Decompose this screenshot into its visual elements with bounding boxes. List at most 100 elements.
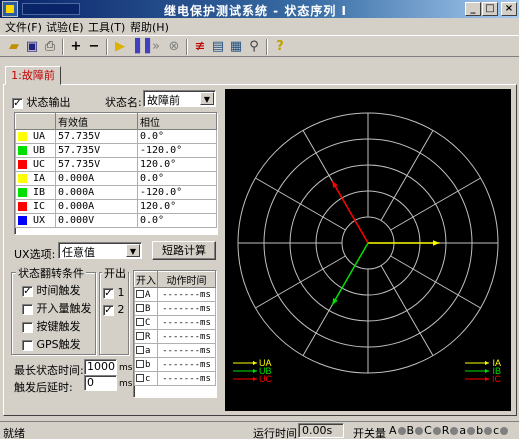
menu-help[interactable]: 帮助(H) [130, 19, 169, 35]
binary-out-2[interactable]: ✓ 2 [103, 303, 125, 316]
phase-cell[interactable]: 120.0° [137, 157, 217, 172]
switch-led-icon [415, 427, 424, 435]
toolbar: ▰ ▣ ⎙ + − ▶ ▐▐ » ⊗ ≢ ▤ ▦ ⚲ ? [0, 35, 519, 57]
switch-led-icon [450, 427, 459, 435]
rms-cell[interactable]: 57.735V [55, 129, 138, 144]
binary-in-indicator [136, 290, 144, 298]
phase-cell[interactable]: 120.0° [137, 199, 217, 214]
ux-option-value: 任意值 [62, 246, 95, 259]
channel-cell: UX [15, 213, 56, 228]
legend-label-uc: UC [259, 374, 272, 384]
phase-cell[interactable]: -120.0° [137, 143, 217, 158]
binary-in-time: -------ms [157, 329, 216, 344]
zoom-icon[interactable]: ⚲ [246, 39, 262, 55]
short-circuit-calc-button[interactable]: 短路计算 [152, 241, 216, 260]
state-output-checkbox[interactable]: ✓ 状态输出 [12, 94, 71, 110]
trigger-option-3[interactable]: GPS触发 [22, 336, 81, 352]
channel-name: IC [33, 201, 46, 212]
delay-input[interactable]: 0 [84, 375, 117, 391]
grid-row-ua[interactable]: UA 57.735V 0.0° [15, 129, 217, 144]
close-icon[interactable]: × [501, 2, 517, 16]
open-icon[interactable]: ▰ [6, 39, 22, 55]
maximize-icon[interactable]: □ [482, 2, 498, 16]
grid-row-uc[interactable]: UC 57.735V 120.0° [15, 157, 217, 172]
help-icon[interactable]: ? [272, 39, 288, 55]
trigger-option-check[interactable] [22, 321, 33, 333]
switch-label: 开关量 [353, 427, 386, 439]
trigger-option-check[interactable] [22, 339, 33, 351]
channel-color-swatch [18, 131, 27, 141]
binary-in-name: b [145, 359, 151, 370]
channel-cell: UA [15, 129, 56, 144]
phasor-arrowhead-ua [433, 240, 440, 246]
trigger-option-2[interactable]: 按键触发 [22, 318, 81, 334]
minimize-icon[interactable]: _ [465, 2, 481, 16]
phase-cell[interactable]: 0.0° [137, 129, 217, 144]
binary-in-indicator [136, 318, 144, 326]
legend-arrow-ib [485, 369, 489, 373]
channel-name: UB [33, 145, 46, 156]
grid-row-ib[interactable]: IB 0.000A -120.0° [15, 185, 217, 200]
measure-icon[interactable]: ≢ [192, 39, 208, 55]
menu-file[interactable]: 文件(F) [5, 19, 42, 35]
switch-led-icon [484, 427, 493, 435]
app-icon [2, 1, 18, 17]
trigger-option-check[interactable] [22, 303, 33, 315]
title-blank-field [22, 3, 80, 15]
rms-cell[interactable]: 0.000A [55, 185, 138, 200]
binary-in-name-cell: c [134, 371, 158, 386]
binary-in-name-cell: R [134, 329, 158, 344]
rms-cell[interactable]: 0.000V [55, 213, 138, 228]
ux-option-label: UX选项: [14, 248, 56, 261]
rms-cell[interactable]: 0.000A [55, 171, 138, 186]
trigger-option-check[interactable]: ✓ [22, 285, 33, 297]
add-icon[interactable]: + [68, 39, 84, 55]
chevron-down-icon[interactable]: ▼ [126, 244, 140, 257]
print-icon[interactable]: ⎙ [42, 39, 58, 55]
run-time-label: 运行时间 [253, 427, 297, 439]
grid-row-ic[interactable]: IC 0.000A 120.0° [15, 199, 217, 214]
binary-out-1-check[interactable]: ✓ [103, 287, 114, 299]
menu-tools[interactable]: 工具(T) [88, 19, 125, 35]
trigger-group-label: 状态翻转条件 [16, 265, 86, 281]
switch-label-C: C [424, 424, 432, 437]
save-icon[interactable]: ▣ [24, 39, 40, 55]
grid-row-ux[interactable]: UX 0.000V 0.0° [15, 213, 217, 228]
binary-out-2-check[interactable]: ✓ [103, 304, 114, 316]
tab-state-1[interactable]: 1:故障前 [5, 66, 61, 85]
report-icon[interactable]: ▤ [210, 39, 226, 55]
max-time-input[interactable]: 1000 [84, 359, 117, 375]
stop-icon[interactable]: ⊗ [166, 39, 182, 55]
ux-option-select[interactable]: 任意值 ▼ [58, 242, 142, 259]
grid-header-channel [15, 113, 56, 130]
state-output-check[interactable]: ✓ [12, 97, 23, 109]
binary-out-1[interactable]: ✓ 1 [103, 286, 125, 299]
rms-cell[interactable]: 57.735V [55, 143, 138, 158]
binary-in-time: -------ms [157, 371, 216, 386]
forward-icon[interactable]: » [148, 39, 164, 55]
channel-name: IA [33, 173, 46, 184]
chevron-down-icon[interactable]: ▼ [200, 92, 214, 105]
channel-color-swatch [18, 173, 27, 183]
run-time-value: 0.00s [298, 423, 344, 438]
grid-icon[interactable]: ▦ [228, 39, 244, 55]
remove-icon[interactable]: − [86, 39, 102, 55]
menu-test[interactable]: 试验(E) [46, 19, 84, 35]
rms-cell[interactable]: 0.000A [55, 199, 138, 214]
binary-in-row: c -------ms [134, 371, 216, 386]
trigger-option-0[interactable]: ✓ 时间触发 [22, 282, 81, 298]
switch-label-A: A [389, 424, 397, 437]
grid-row-ia[interactable]: IA 0.000A 0.0° [15, 171, 217, 186]
state-name-select[interactable]: 故障前 ▼ [143, 90, 216, 107]
binary-in-header-input: 开入 [134, 271, 158, 288]
trigger-option-1[interactable]: 开入量触发 [22, 300, 92, 316]
rms-cell[interactable]: 57.735V [55, 157, 138, 172]
grid-row-ub[interactable]: UB 57.735V -120.0° [15, 143, 217, 158]
phase-cell[interactable]: 0.0° [137, 213, 217, 228]
binary-in-row: C -------ms [134, 315, 216, 330]
binary-in-row: R -------ms [134, 329, 216, 344]
phase-cell[interactable]: -120.0° [137, 185, 217, 200]
phase-cell[interactable]: 0.0° [137, 171, 217, 186]
run-icon[interactable]: ▶ [112, 39, 128, 55]
pause-icon[interactable]: ▐▐ [130, 39, 150, 55]
